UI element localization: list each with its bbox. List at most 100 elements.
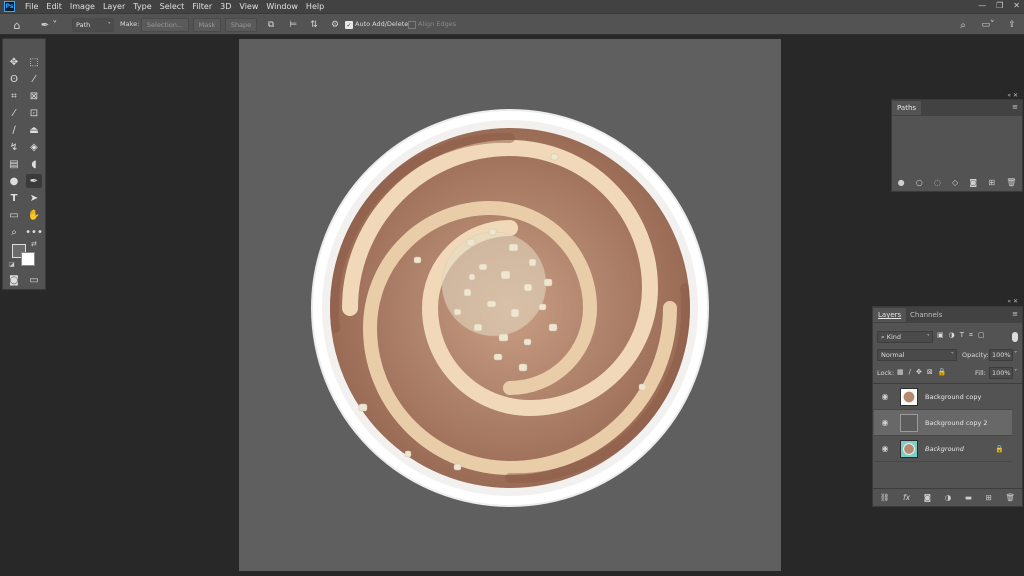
fill-input[interactable]: 100% [989, 367, 1013, 379]
healing-brush-tool-icon[interactable]: ⊡ [26, 106, 42, 120]
dodge-tool-icon[interactable]: ● [6, 174, 22, 188]
lock-artboard-icon[interactable]: ⊠ [927, 368, 933, 376]
path-arrangement-icon[interactable]: ⇅ [307, 18, 321, 32]
lock-position-icon[interactable]: ✥ [916, 368, 922, 376]
eye-icon[interactable]: ◉ [879, 444, 891, 453]
path-selection-tool-icon[interactable]: ➤ [26, 191, 42, 205]
fill-chevron-icon[interactable]: ˅ [1014, 368, 1017, 376]
pen-tool-icon[interactable]: ✒ [26, 174, 42, 188]
selection-button[interactable]: Selection... [141, 18, 189, 32]
lock-pixels-icon[interactable]: ∕ [909, 368, 911, 376]
menu-file[interactable]: File [21, 0, 42, 13]
tab-layers[interactable]: Layers [873, 308, 907, 322]
layer-row-background-copy-2[interactable]: ◉ Background copy 2 [874, 410, 1012, 436]
mask-button[interactable]: Mask [193, 18, 221, 32]
eraser-tool-icon[interactable]: ◈ [26, 140, 42, 154]
filter-smart-object-icon[interactable]: ▢ [978, 331, 985, 340]
filter-pixel-icon[interactable]: ▣ [937, 331, 944, 340]
gear-icon[interactable]: ⚙ [328, 18, 342, 32]
layer-row-background-copy[interactable]: ◉ Background copy [874, 384, 1012, 410]
menu-select[interactable]: Select [156, 0, 189, 13]
type-tool-icon[interactable]: T [6, 191, 22, 205]
default-colors-icon[interactable]: ◪ [9, 261, 15, 268]
menu-layer[interactable]: Layer [99, 0, 129, 13]
quick-selection-tool-icon[interactable]: ⁄ [26, 72, 42, 86]
trash-icon[interactable]: 🗑 [1006, 178, 1016, 187]
close-icon[interactable]: ✕ [1013, 1, 1020, 10]
home-icon[interactable]: ⌂ [10, 18, 24, 32]
stroke-path-icon[interactable]: ○ [916, 178, 923, 187]
menu-type[interactable]: Type [129, 0, 155, 13]
menu-3d[interactable]: 3D [216, 0, 235, 13]
lock-all-icon[interactable]: 🔒 [938, 368, 947, 376]
eyedropper-tool-icon[interactable]: ⁄ [6, 106, 22, 120]
blur-tool-icon[interactable]: ◖ [26, 157, 42, 171]
fx-icon[interactable]: fx [903, 493, 910, 502]
restore-icon[interactable]: ❐ [996, 1, 1003, 10]
tab-channels[interactable]: Channels [905, 308, 947, 322]
new-layer-icon[interactable]: ⊞ [986, 493, 992, 502]
collapse-layers-icon[interactable]: « ✕ [1007, 298, 1018, 305]
minimize-icon[interactable]: — [978, 1, 986, 10]
quick-mask-icon[interactable]: ◙ [6, 273, 22, 287]
auto-add-delete-checkbox[interactable]: ✓ [345, 21, 353, 29]
panel-menu-icon[interactable]: ≡ [1012, 310, 1018, 318]
workspace-icon[interactable]: ▭˅ [978, 18, 998, 32]
collapse-paths-icon[interactable]: « ✕ [1007, 92, 1018, 99]
filter-adjustment-icon[interactable]: ◑ [949, 331, 955, 340]
zoom-tool-icon[interactable]: ⌕ [6, 225, 22, 239]
rectangle-tool-icon[interactable]: ▭ [6, 208, 22, 222]
crop-tool-icon[interactable]: ⌗ [6, 89, 22, 103]
link-layers-icon[interactable]: ⛓ [880, 493, 890, 502]
new-group-icon[interactable]: ▬ [965, 493, 972, 502]
menu-filter[interactable]: Filter [188, 0, 216, 13]
frame-tool-icon[interactable]: ⊠ [26, 89, 42, 103]
history-brush-tool-icon[interactable]: ↯ [6, 140, 22, 154]
blend-mode-select[interactable]: Normal ˅ [877, 349, 957, 361]
path-operations-icon[interactable]: ⧉ [264, 18, 278, 32]
search-icon[interactable]: ⌕ [956, 18, 970, 32]
trash-icon[interactable]: 🗑 [1006, 493, 1016, 502]
lock-transparent-icon[interactable]: ▦ [897, 368, 904, 376]
menu-image[interactable]: Image [66, 0, 99, 13]
background-color-swatch[interactable] [21, 252, 35, 266]
add-layer-mask-icon[interactable]: ◙ [924, 493, 931, 502]
screen-mode-icon[interactable]: ▭ [26, 273, 42, 287]
tab-paths[interactable]: Paths [892, 101, 922, 115]
lasso-tool-icon[interactable]: ʘ [6, 72, 22, 86]
adjustment-layer-icon[interactable]: ◑ [945, 493, 952, 502]
more-tools-icon[interactable]: ••• [25, 225, 43, 239]
menu-edit[interactable]: Edit [42, 0, 66, 13]
share-icon[interactable]: ⇪ [1005, 18, 1019, 32]
menu-help[interactable]: Help [302, 0, 328, 13]
mode-select[interactable]: Path ˅ [72, 18, 114, 32]
swap-colors-icon[interactable]: ⇄ [31, 240, 37, 248]
filter-type-icon[interactable]: T [960, 331, 964, 340]
eye-icon[interactable]: ◉ [879, 392, 891, 401]
gradient-tool-icon[interactable]: ▤ [6, 157, 22, 171]
fill-path-icon[interactable]: ● [898, 178, 905, 187]
filter-kind-select[interactable]: ⌕ Kind ˅ [877, 331, 933, 343]
eye-icon[interactable]: ◉ [879, 418, 891, 427]
filter-shape-icon[interactable]: ⌗ [969, 331, 973, 340]
clone-stamp-tool-icon[interactable]: ⏏ [26, 123, 42, 137]
filter-toggle[interactable] [1012, 332, 1018, 342]
menu-view[interactable]: View [235, 0, 262, 13]
panel-menu-icon[interactable]: ≡ [1012, 103, 1018, 111]
document-canvas[interactable] [239, 39, 781, 571]
new-path-icon[interactable]: ⊞ [988, 178, 995, 187]
opacity-input[interactable]: 100% [989, 349, 1013, 361]
add-mask-icon[interactable]: ◙ [969, 178, 977, 187]
load-selection-icon[interactable]: ◌ [934, 178, 941, 187]
path-alignment-icon[interactable]: ⊨ [286, 18, 300, 32]
pen-tool-preset-icon[interactable]: ✒ ˅ [38, 18, 60, 32]
move-tool-icon[interactable]: ✥ [6, 55, 22, 69]
hand-tool-icon[interactable]: ✋ [26, 208, 42, 222]
shape-button[interactable]: Shape [225, 18, 257, 32]
brush-tool-icon[interactable]: ∕ [6, 123, 22, 137]
align-edges-checkbox[interactable] [408, 21, 416, 29]
marquee-tool-icon[interactable]: ⬚ [26, 55, 42, 69]
opacity-chevron-icon[interactable]: ˅ [1014, 350, 1017, 358]
layer-row-background[interactable]: ◉ Background 🔒 [874, 436, 1012, 462]
menu-window[interactable]: Window [262, 0, 302, 13]
